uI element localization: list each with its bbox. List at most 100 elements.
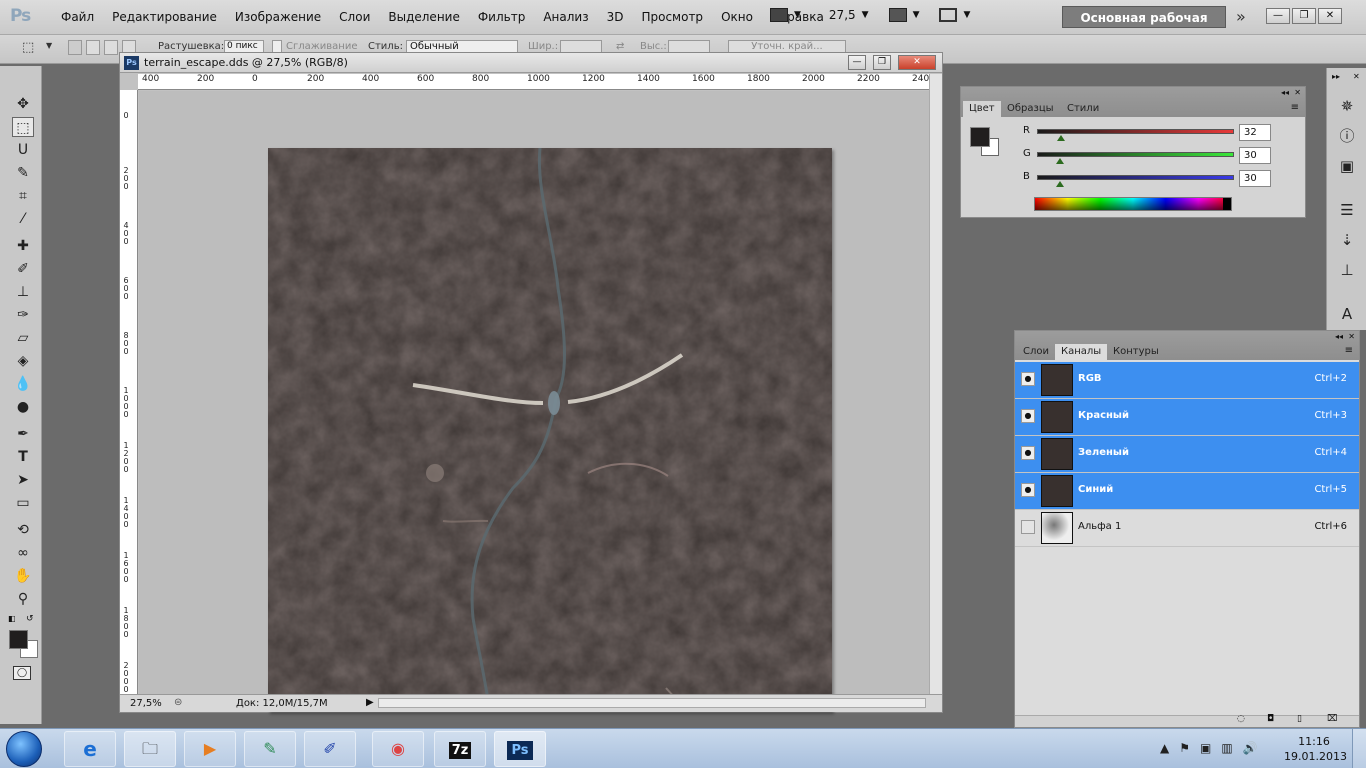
path-select-icon[interactable]: ➤: [12, 470, 34, 490]
3d-orbit-icon[interactable]: ∞: [12, 543, 34, 563]
new-channel-icon[interactable]: ▯: [1297, 714, 1302, 724]
chevron-down-icon[interactable]: ▼: [794, 10, 801, 20]
crop-tool-icon[interactable]: ⌗: [12, 186, 34, 206]
doc-minimize-button[interactable]: —: [848, 55, 866, 70]
doc-info[interactable]: Док: 12,0М/15,7М: [236, 698, 328, 709]
slider-r-thumb[interactable]: [1057, 135, 1065, 141]
3d-rotate-icon[interactable]: ⟲: [12, 520, 34, 540]
slider-g-thumb[interactable]: [1056, 158, 1064, 164]
chevron-down-icon[interactable]: ▼: [46, 41, 52, 50]
media-player-icon[interactable]: ▶: [184, 731, 236, 767]
menu-view[interactable]: Просмотр: [632, 10, 712, 24]
close-icon[interactable]: ✕: [1294, 88, 1301, 97]
eyedropper-tool-icon[interactable]: ⁄: [12, 209, 34, 229]
eye-icon[interactable]: ●: [1021, 483, 1035, 497]
rect-marquee-tool-icon[interactable]: ⬚: [12, 117, 34, 137]
rectangle-tool-icon[interactable]: ▭: [12, 493, 34, 513]
network-icon[interactable]: ▥: [1221, 741, 1232, 755]
paint-bucket-icon[interactable]: ◈: [12, 351, 34, 371]
notepad-icon[interactable]: ✎: [244, 731, 296, 767]
menu-filter[interactable]: Фильтр: [469, 10, 534, 24]
eye-icon[interactable]: ●: [1021, 446, 1035, 460]
ie-icon[interactable]: e: [64, 731, 116, 767]
menu-layers[interactable]: Слои: [330, 10, 379, 24]
lasso-tool-icon[interactable]: ᑌ: [12, 140, 34, 160]
image-editor-icon[interactable]: ✐: [304, 731, 356, 767]
tab-styles[interactable]: Стили: [1061, 101, 1105, 117]
flag-icon[interactable]: ⚑: [1179, 741, 1190, 755]
document-title-bar[interactable]: Ps terrain_escape.dds @ 27,5% (RGB/8) — …: [120, 53, 942, 73]
volume-icon[interactable]: 🔊: [1243, 741, 1258, 755]
terrain-image[interactable]: [268, 148, 832, 712]
collapse-icon[interactable]: ◂◂: [1335, 332, 1343, 341]
explorer-icon[interactable]: 🗀: [124, 731, 176, 767]
device-icon[interactable]: ▣: [1200, 741, 1211, 755]
foreground-color-swatch[interactable]: [9, 630, 28, 649]
stamp-tool-icon[interactable]: ⊥: [12, 282, 34, 302]
expand-icon[interactable]: ▸▸: [1332, 72, 1340, 81]
zoom-select[interactable]: 27,5: [829, 8, 856, 22]
add-selection-icon[interactable]: [86, 40, 100, 55]
history-brush-icon[interactable]: ✑: [12, 305, 34, 325]
slider-r-value[interactable]: 32: [1239, 124, 1271, 141]
panel-menu-icon[interactable]: ≡: [1291, 102, 1299, 113]
slider-b-track[interactable]: [1037, 175, 1234, 180]
menu-3d[interactable]: 3D: [598, 10, 633, 24]
healing-brush-icon[interactable]: ✚: [12, 236, 34, 256]
channel-row-red[interactable]: ● Красный Ctrl+3: [1015, 399, 1359, 436]
fg-color-chip[interactable]: [970, 127, 990, 147]
close-button[interactable]: ✕: [1318, 8, 1342, 24]
eye-icon[interactable]: ●: [1021, 409, 1035, 423]
vertical-scrollbar[interactable]: [929, 74, 942, 694]
color-spectrum-bar[interactable]: [1034, 197, 1232, 211]
clone-source-icon[interactable]: ⊥: [1336, 260, 1358, 280]
channel-row-alpha[interactable]: Альфа 1 Ctrl+6: [1015, 510, 1359, 547]
arrange-icon[interactable]: [888, 8, 907, 22]
default-colors-icon[interactable]: ◧: [8, 614, 16, 623]
tab-channels[interactable]: Каналы: [1055, 344, 1108, 360]
load-selection-icon[interactable]: ◌: [1237, 714, 1245, 724]
adjustments-icon[interactable]: ☰: [1336, 200, 1358, 220]
tab-swatches[interactable]: Образцы: [1001, 101, 1060, 117]
dodge-tool-icon[interactable]: ●: [12, 397, 34, 417]
visibility-toggle[interactable]: [1021, 520, 1035, 534]
histogram-icon[interactable]: ▣: [1336, 156, 1358, 176]
zoom-field[interactable]: 27,5%: [130, 698, 162, 709]
eraser-tool-icon[interactable]: ▱: [12, 328, 34, 348]
new-selection-icon[interactable]: [68, 40, 82, 55]
type-tool-icon[interactable]: T: [12, 447, 34, 467]
workspace-button[interactable]: Основная рабочая среда: [1062, 6, 1226, 47]
tab-paths[interactable]: Контуры: [1107, 344, 1165, 360]
slider-b-thumb[interactable]: [1056, 181, 1064, 187]
chevron-down-icon[interactable]: ▼: [913, 10, 920, 20]
7zip-icon[interactable]: 7z: [434, 731, 486, 767]
canvas-area[interactable]: [139, 91, 929, 712]
chevron-down-icon[interactable]: ▼: [963, 10, 970, 20]
channel-row-rgb[interactable]: ● RGB Ctrl+2: [1015, 362, 1359, 399]
clock[interactable]: 11:16 19.01.2013: [1284, 734, 1347, 764]
chrome-icon[interactable]: ◉: [372, 731, 424, 767]
zoom-lock-icon[interactable]: ⊜: [174, 697, 182, 708]
close-icon[interactable]: ✕: [1348, 332, 1355, 341]
slider-b-value[interactable]: 30: [1239, 170, 1271, 187]
show-desktop-button[interactable]: [1352, 729, 1366, 768]
doc-close-button[interactable]: ✕: [898, 55, 936, 70]
marquee-tool-icon[interactable]: ⬚: [22, 40, 34, 55]
subtract-selection-icon[interactable]: [104, 40, 118, 55]
chevron-up-icon[interactable]: ▲: [1160, 741, 1169, 755]
tab-layers[interactable]: Слои: [1017, 344, 1055, 360]
swap-icon[interactable]: ⇄: [616, 41, 624, 52]
tab-color[interactable]: Цвет: [963, 101, 1001, 117]
channel-row-blue[interactable]: ● Синий Ctrl+5: [1015, 473, 1359, 510]
info-icon[interactable]: ⓘ: [1336, 126, 1358, 146]
save-selection-icon[interactable]: ◘: [1267, 714, 1274, 724]
swap-colors-icon[interactable]: ↺: [26, 614, 34, 624]
screen-mode-icon[interactable]: [939, 8, 958, 22]
chevron-double-right-icon[interactable]: »: [1236, 7, 1246, 26]
slider-g-track[interactable]: [1037, 152, 1234, 157]
film-icon[interactable]: [770, 8, 788, 22]
navigator-icon[interactable]: ✵: [1336, 96, 1358, 116]
eye-icon[interactable]: ●: [1021, 372, 1035, 386]
horizontal-scrollbar[interactable]: [378, 698, 926, 708]
close-icon[interactable]: ✕: [1353, 72, 1360, 81]
